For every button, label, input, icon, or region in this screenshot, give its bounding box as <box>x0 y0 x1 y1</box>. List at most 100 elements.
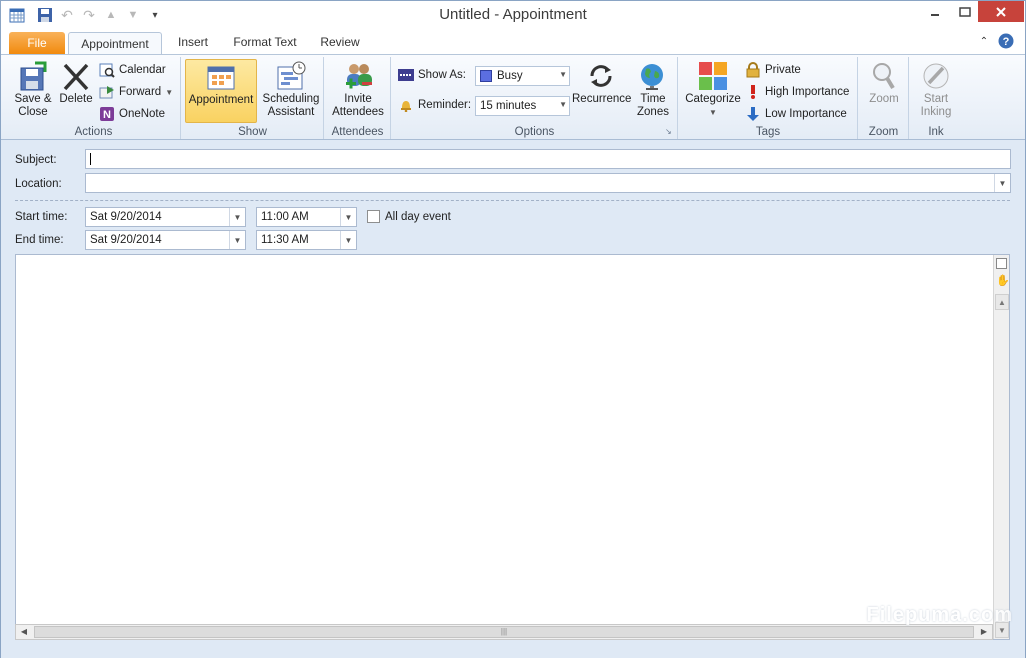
group-label-ink: Ink <box>928 126 944 138</box>
chevron-down-icon: ▼ <box>559 70 567 79</box>
onenote-button[interactable]: N OneNote <box>99 104 165 124</box>
high-importance-label: High Importance <box>765 86 850 98</box>
low-importance-button[interactable]: Low Importance <box>745 104 847 124</box>
recurrence-label: Recurrence <box>572 93 632 105</box>
arrow-down-icon <box>745 106 761 122</box>
scheduling-assistant-button[interactable]: Scheduling Assistant <box>259 59 323 119</box>
chevron-down-icon[interactable]: ▼ <box>340 208 356 226</box>
group-label-attendees: Attendees <box>331 126 384 138</box>
start-time-input[interactable]: 11:00 AM ▼ <box>256 207 357 227</box>
svg-text:N: N <box>103 109 111 121</box>
reminder-select[interactable]: 15 minutes ▼ <box>475 96 570 116</box>
bell-icon <box>398 97 414 113</box>
window-title: Untitled - Appointment <box>439 6 587 23</box>
group-label-tags: Tags <box>755 126 781 138</box>
hand-icon[interactable]: ✋ <box>996 275 1010 287</box>
scheduling-assistant-label: Scheduling Assistant <box>262 93 320 118</box>
calendar-search-icon <box>99 62 115 78</box>
categorize-icon <box>682 59 744 93</box>
delete-button[interactable]: Delete <box>57 59 95 106</box>
location-label: Location: <box>15 178 62 190</box>
globe-icon <box>632 59 674 93</box>
appointment-view-button[interactable]: Appointment <box>185 59 257 123</box>
recurrence-button[interactable]: Recurrence <box>572 59 632 106</box>
show-as-value: Busy <box>497 70 523 82</box>
private-button[interactable]: Private <box>745 60 801 80</box>
delete-label: Delete <box>59 93 93 105</box>
horizontal-scrollbar[interactable]: ◀ ||| ▶ <box>15 624 993 640</box>
close-button[interactable] <box>978 1 1024 22</box>
reminder-value: 15 minutes <box>480 100 537 112</box>
tab-appointment[interactable]: Appointment <box>68 32 162 55</box>
ruler-toggle-icon[interactable] <box>996 258 1007 269</box>
show-as-icon <box>398 67 414 83</box>
end-date-value: Sat 9/20/2014 <box>90 234 162 246</box>
calendar-button[interactable]: Calendar <box>99 60 166 80</box>
zoom-button[interactable]: Zoom <box>861 59 907 106</box>
show-as-select[interactable]: Busy ▼ <box>475 66 570 86</box>
end-time-input[interactable]: 11:30 AM ▼ <box>256 230 357 250</box>
appointment-view-label: Appointment <box>188 94 254 106</box>
help-icon[interactable]: ? <box>997 33 1015 51</box>
forward-icon <box>99 84 115 100</box>
group-label-options: Options <box>514 126 555 138</box>
vertical-scrollbar[interactable]: ✋ ▲ ▼ <box>993 255 1010 639</box>
location-input[interactable]: ▼ <box>85 173 1011 193</box>
tab-review[interactable]: Review <box>311 31 369 54</box>
location-dropdown-icon[interactable]: ▼ <box>994 174 1010 192</box>
all-day-label: All day event <box>385 211 451 223</box>
scroll-left-button[interactable]: ◀ <box>17 626 31 638</box>
body-editor[interactable]: ✋ ▲ ▼ <box>15 254 1010 640</box>
collapse-ribbon-icon[interactable]: ⌃ <box>976 31 992 54</box>
group-actions: Save & Close Delete Calendar Forward ▼ N… <box>7 57 181 139</box>
time-zones-button[interactable]: Time Zones <box>632 59 674 119</box>
lock-icon <box>745 62 761 78</box>
exclamation-icon <box>745 84 761 100</box>
group-ink: Start Inking Ink <box>910 57 962 139</box>
categorize-dropdown-icon: ▼ <box>709 108 717 117</box>
tab-file[interactable]: File <box>9 32 65 54</box>
save-close-icon <box>11 59 55 93</box>
delete-icon <box>57 59 95 93</box>
save-close-button[interactable]: Save & Close <box>11 59 55 119</box>
subject-label: Subject: <box>15 154 57 166</box>
onenote-icon: N <box>99 106 115 122</box>
all-day-checkbox[interactable] <box>367 210 380 223</box>
high-importance-button[interactable]: High Importance <box>745 82 849 102</box>
tab-format-text[interactable]: Format Text <box>225 31 305 54</box>
invite-attendees-button[interactable]: Invite Attendees <box>328 59 388 119</box>
tab-insert[interactable]: Insert <box>167 31 219 54</box>
onenote-label: OneNote <box>119 108 166 120</box>
appointment-icon <box>186 60 256 94</box>
group-show: Appointment Scheduling Assistant Show <box>182 57 324 139</box>
group-label-actions: Actions <box>74 126 113 138</box>
ribbon-tabs: File Appointment Insert Format Text Revi… <box>1 31 1025 55</box>
scroll-right-button[interactable]: ▶ <box>977 626 991 638</box>
start-inking-button[interactable]: Start Inking <box>912 59 960 119</box>
private-label: Private <box>765 64 801 76</box>
forward-button[interactable]: Forward ▼ <box>99 82 173 102</box>
categorize-button[interactable]: Categorize ▼ <box>682 59 744 119</box>
text-cursor <box>90 153 91 165</box>
reminder-label: Reminder: <box>418 99 472 111</box>
chevron-down-icon[interactable]: ▼ <box>229 208 245 226</box>
subject-input[interactable] <box>85 149 1011 169</box>
start-date-input[interactable]: Sat 9/20/2014 ▼ <box>85 207 246 227</box>
maximize-button[interactable] <box>952 1 978 23</box>
end-date-input[interactable]: Sat 9/20/2014 ▼ <box>85 230 246 250</box>
magnifier-icon <box>861 59 907 93</box>
chevron-down-icon[interactable]: ▼ <box>229 231 245 249</box>
appointment-form: Subject: Location: ▼ Start time: Sat 9/2… <box>1 141 1025 658</box>
recurrence-icon <box>572 59 630 93</box>
forward-dropdown-icon[interactable]: ▼ <box>165 88 173 97</box>
scheduling-assistant-icon <box>259 59 323 93</box>
horizontal-scroll-thumb[interactable]: ||| <box>34 626 974 638</box>
reminder-label-row: Reminder: <box>398 95 471 115</box>
group-zoom: Zoom Zoom <box>859 57 909 139</box>
chevron-down-icon[interactable]: ▼ <box>340 231 356 249</box>
forward-label: Forward <box>119 86 162 98</box>
scroll-up-button[interactable]: ▲ <box>995 294 1009 310</box>
start-time-label: Start time: <box>15 211 68 223</box>
invite-attendees-icon <box>328 59 388 93</box>
minimize-button[interactable] <box>918 1 952 23</box>
